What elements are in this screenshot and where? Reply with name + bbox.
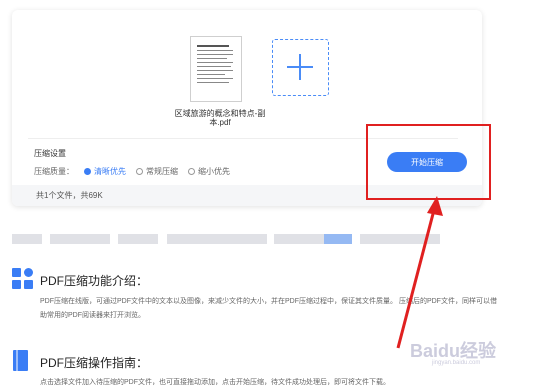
red-arrow [396,196,443,349]
watermark-sub: jingyan.baidu.com [432,360,481,366]
